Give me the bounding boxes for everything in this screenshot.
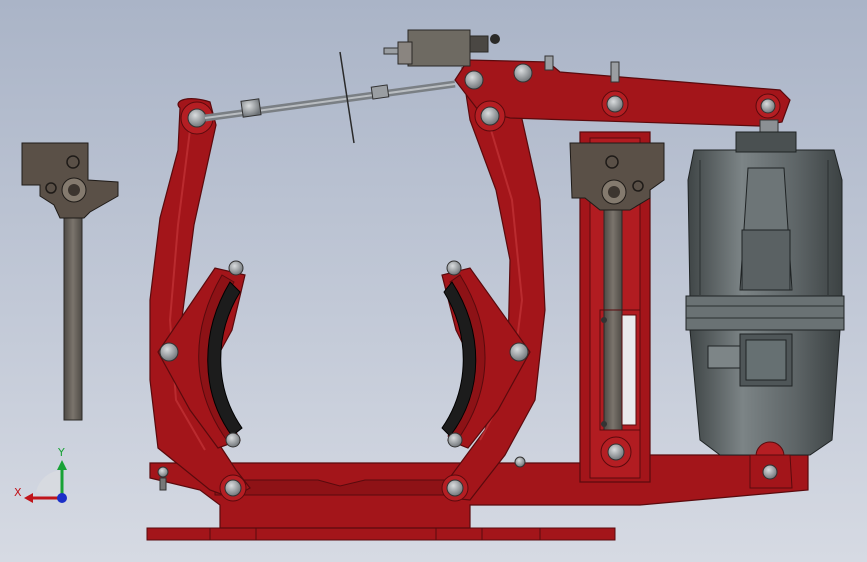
- coordinate-triad: Y X: [14, 446, 67, 503]
- spare-pull-rod: [21, 142, 119, 421]
- base-plate: [146, 527, 616, 541]
- z-axis-dot: [57, 493, 67, 503]
- spring-housing: [569, 131, 665, 483]
- y-axis-arrowhead: [57, 460, 67, 470]
- thruster-motor: [685, 131, 845, 489]
- brake-assembly-drawing: Y X: [14, 29, 845, 541]
- cad-viewport[interactable]: Y X: [0, 0, 867, 562]
- x-axis-arrowhead: [24, 493, 33, 503]
- y-axis-label: Y: [57, 446, 65, 459]
- motor-mount-lug: [762, 464, 778, 480]
- x-axis-label: X: [14, 486, 22, 499]
